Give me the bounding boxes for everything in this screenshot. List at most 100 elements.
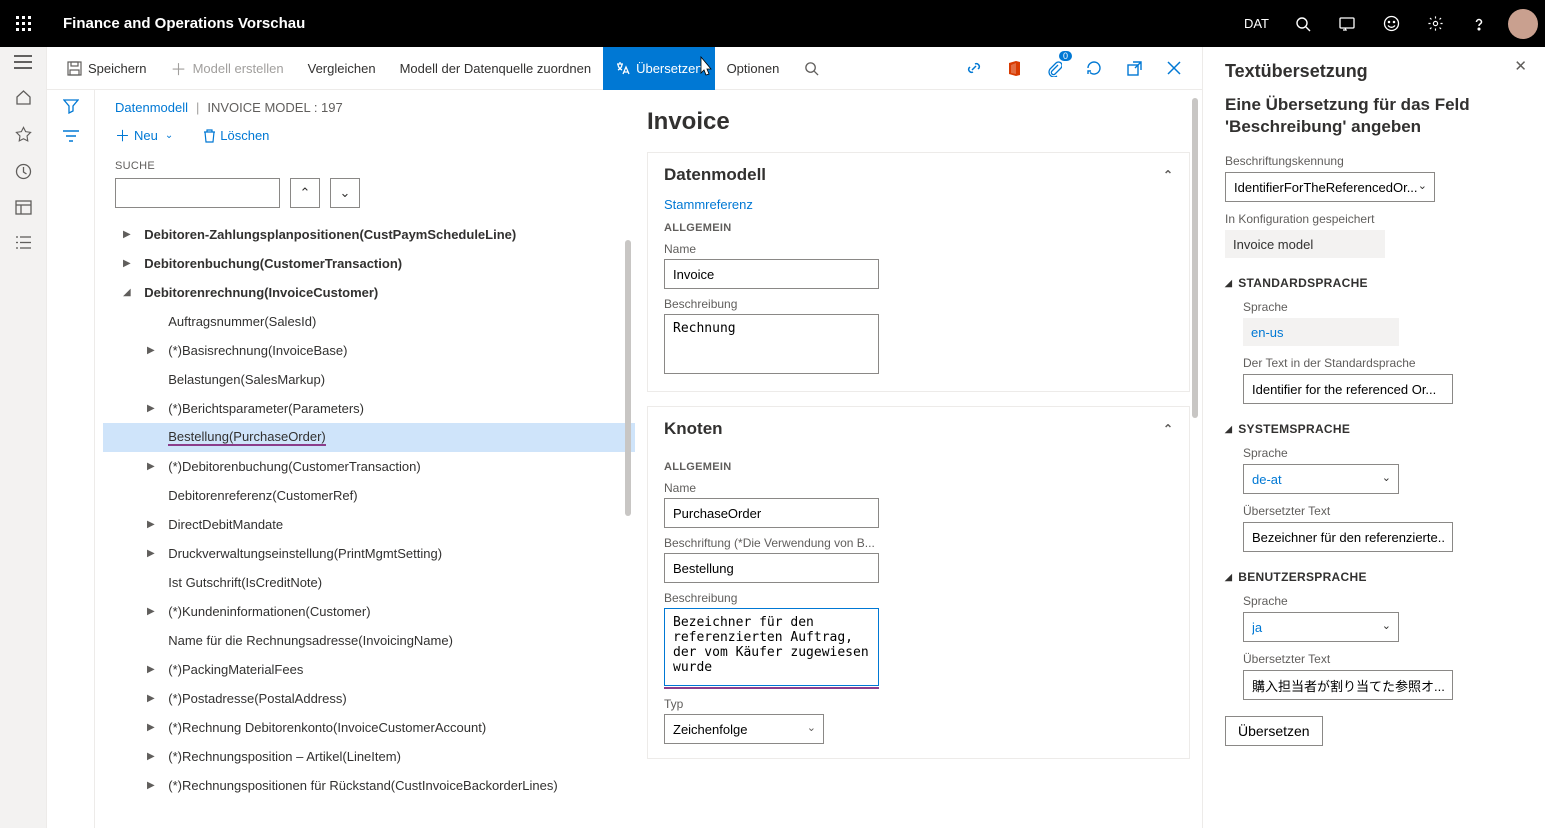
chevron-icon: ▶ [147,606,161,617]
rp-g3-lang-select[interactable] [1243,612,1399,642]
tree-node[interactable]: Bestellung(PurchaseOrder) [103,423,635,452]
tree-node[interactable]: ▶ Debitorenbuchung(CustomerTransaction) [103,249,635,278]
company-picker[interactable]: DAT [1232,0,1281,47]
recent-icon[interactable] [15,163,32,180]
rp-labelkey-select[interactable] [1225,172,1435,202]
tree-node-label: Debitoren-Zahlungsplanpositionen(CustPay… [144,227,516,242]
tree-node[interactable]: ▶ (*)Rechnungsposition – Artikel(LineIte… [103,742,635,771]
details-scrollbar[interactable] [1192,98,1198,418]
rp-g3-text-input[interactable] [1243,670,1453,700]
tree-node[interactable]: ▶ DirectDebitMandate [103,510,635,539]
search-down-button[interactable]: ⌄ [330,178,360,208]
hamburger-icon[interactable] [14,55,32,69]
workspaces-icon[interactable] [15,200,32,215]
map-model-label: Modell der Datenquelle zuordnen [400,61,592,76]
delete-button[interactable]: Löschen [203,128,269,143]
chevron-up-icon: ⌃ [1163,168,1173,182]
node-caption-input[interactable] [664,553,879,583]
tree-node[interactable]: ▶ Druckverwaltungseinstellung(PrintMgmtS… [103,539,635,568]
node-type-select[interactable] [664,714,824,744]
compare-button[interactable]: Vergleichen [296,47,388,90]
search-input[interactable] [115,178,280,208]
rp-config-value: Invoice model [1225,230,1385,258]
rp-g2-text-input[interactable] [1243,522,1453,552]
help-icon[interactable] [1457,0,1501,47]
modules-icon[interactable] [16,235,31,250]
tree-node[interactable]: ◢ Debitorenrechnung(InvoiceCustomer) [103,278,635,307]
new-button[interactable]: ＋Neu⌄ [115,125,173,146]
rp-g2-header[interactable]: ◢SYSTEMSPRACHE [1225,422,1523,436]
search-icon[interactable] [1281,0,1325,47]
save-button[interactable]: Speichern [55,47,159,90]
translate-action-button[interactable]: Übersetzen [1225,716,1323,746]
translate-button[interactable]: Übersetzen [603,47,714,90]
refresh-icon[interactable] [1074,47,1114,90]
funnel-icon[interactable] [63,98,79,114]
translate-label: Übersetzen [636,61,702,76]
rp-g3-header[interactable]: ◢BENUTZERSPRACHE [1225,570,1523,584]
tree-node[interactable]: ▶ Debitoren-Zahlungsplanpositionen(CustP… [103,220,635,249]
list-filter-icon[interactable] [63,130,79,142]
datamodel-header[interactable]: Datenmodell ⌃ [648,153,1189,197]
tree-node[interactable]: ▶ (*)Berichtsparameter(Parameters) [103,394,635,423]
chevron-icon: ▶ [123,258,137,269]
details-panel: Invoice Datenmodell ⌃ Stammreferenz ALLG… [635,90,1202,828]
chevron-icon: ▶ [147,345,161,356]
tree-node[interactable]: ▶ (*)PackingMaterialFees [103,655,635,684]
tree-scrollbar[interactable] [625,240,631,516]
tree-node[interactable]: ▶ (*)Debitorenbuchung(CustomerTransactio… [103,452,635,481]
rp-g2-text-label: Übersetzter Text [1243,504,1523,518]
smiley-icon[interactable] [1369,0,1413,47]
tree-node[interactable]: Auftragsnummer(SalesId) [103,307,635,336]
options-label: Optionen [727,61,780,76]
node-header[interactable]: Knoten ⌃ [648,407,1189,451]
compare-label: Vergleichen [308,61,376,76]
options-button[interactable]: Optionen [715,47,792,90]
rp-title: Textübersetzung [1225,61,1523,82]
tree-node[interactable]: ▶ (*)Rechnung Debitorenkonto(InvoiceCust… [103,713,635,742]
dm-desc-input[interactable] [664,314,879,374]
tree-node-label: DirectDebitMandate [168,517,283,532]
app-launcher-icon[interactable] [0,0,47,47]
messages-icon[interactable] [1325,0,1369,47]
tree-node[interactable]: Ist Gutschrift(IsCreditNote) [103,568,635,597]
search-command-icon[interactable] [791,47,831,90]
office-icon[interactable] [994,47,1034,90]
dm-name-input[interactable] [664,259,879,289]
node-name-input[interactable] [664,498,879,528]
rp-g1-header[interactable]: ◢STANDARDSPRACHE [1225,276,1523,290]
tree-node[interactable]: Name für die Rechnungsadresse(InvoicingN… [103,626,635,655]
triangle-icon: ◢ [1225,424,1232,435]
tree-node[interactable]: ▶ (*)Rechnungspositionen für Rückstand(C… [103,771,635,800]
home-icon[interactable] [15,89,32,106]
chevron-icon: ▶ [147,548,161,559]
tree-node-label: (*)Berichtsparameter(Parameters) [168,401,364,416]
search-up-button[interactable]: ⌃ [290,178,320,208]
map-model-button[interactable]: Modell der Datenquelle zuordnen [388,47,604,90]
tree-node[interactable]: ▶ (*)Basisrechnung(InvoiceBase) [103,336,635,365]
breadcrumb-root[interactable]: Datenmodell [115,100,188,115]
left-rail [0,47,47,828]
tree-node[interactable]: Debitorenreferenz(CustomerRef) [103,481,635,510]
attachments-icon[interactable]: 0 [1034,47,1074,90]
tree-node[interactable]: ▶ (*)Postadresse(PostalAddress) [103,684,635,713]
rp-g1-text-input[interactable] [1243,374,1453,404]
close-page-icon[interactable] [1154,47,1194,90]
favorites-icon[interactable] [15,126,32,143]
tree-node-label: (*)Postadresse(PostalAddress) [168,691,346,706]
root-reference-link[interactable]: Stammreferenz [664,197,1173,212]
tree-node[interactable]: ▶ (*)Kundeninformationen(Customer) [103,597,635,626]
node-desc-label: Beschreibung [664,591,1173,605]
popout-icon[interactable] [1114,47,1154,90]
create-model-button[interactable]: ＋Modell erstellen [159,47,296,90]
settings-icon[interactable] [1413,0,1457,47]
chevron-down-icon: ⌄ [1418,179,1427,192]
close-icon[interactable]: ✕ [1514,57,1527,75]
link-icon[interactable] [954,47,994,90]
node-desc-input[interactable] [664,608,879,686]
tree-node-label: (*)Basisrechnung(InvoiceBase) [168,343,347,358]
tree-node[interactable]: Belastungen(SalesMarkup) [103,365,635,394]
rp-g2-lang-select[interactable] [1243,464,1399,494]
user-avatar[interactable] [1501,0,1545,47]
attachments-badge: 0 [1059,51,1072,61]
